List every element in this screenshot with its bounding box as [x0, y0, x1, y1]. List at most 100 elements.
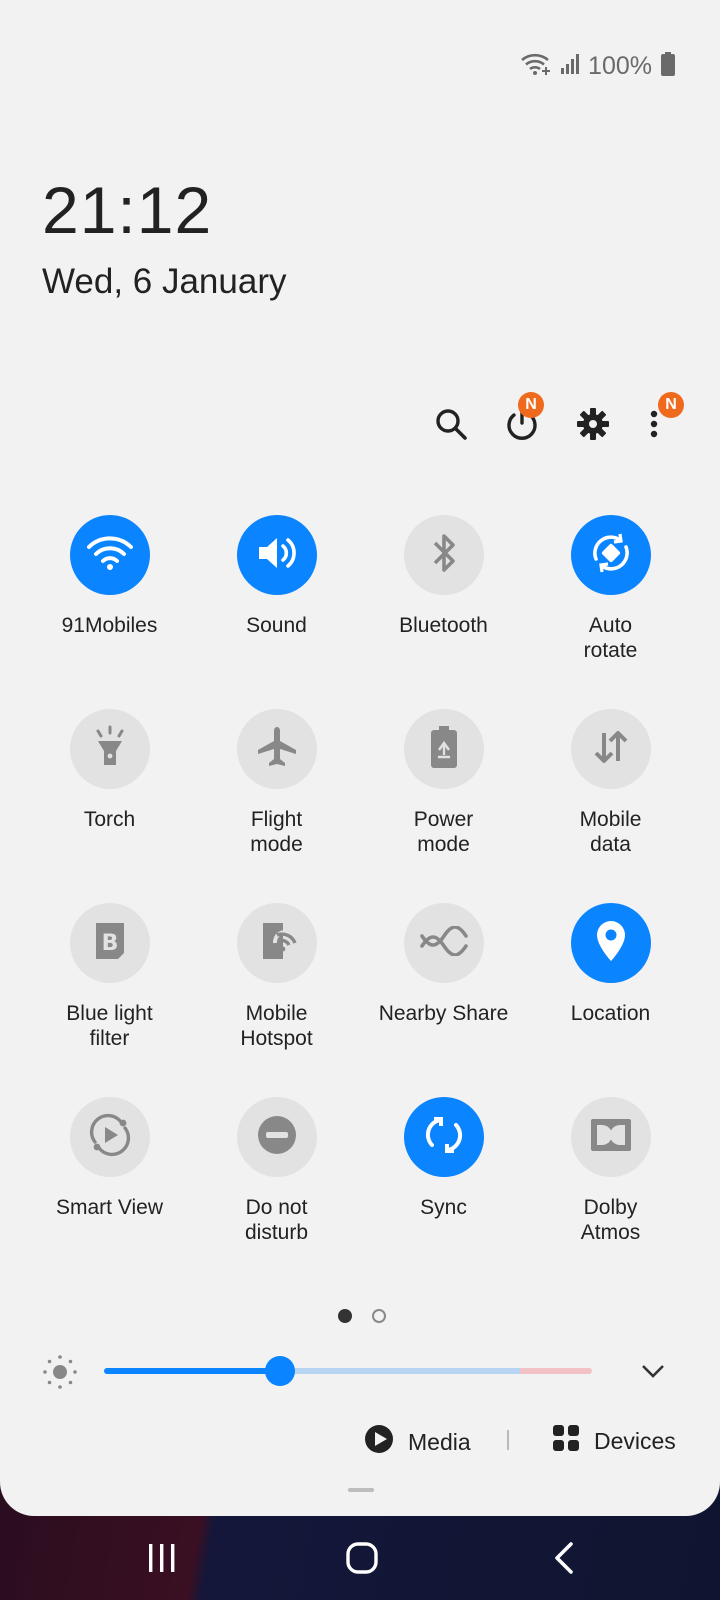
brightness-thumb[interactable]: [264, 1356, 295, 1386]
tile-sound-toggle[interactable]: [236, 515, 317, 595]
brightness-fill: [104, 1368, 280, 1374]
tile-smart-view[interactable]: Smart View: [26, 1097, 193, 1277]
tile-blue-light-toggle[interactable]: B: [69, 903, 150, 983]
tile-bluetooth[interactable]: Bluetooth: [360, 515, 527, 695]
recent-apps-icon: [147, 1542, 177, 1579]
media-button[interactable]: Media: [364, 1424, 471, 1460]
brightness-slider[interactable]: [0, 1352, 720, 1392]
airplane-icon: [254, 724, 300, 775]
tile-auto-rotate-toggle[interactable]: [570, 515, 651, 595]
dolby-icon: [589, 1117, 633, 1158]
battery-eco-icon: [428, 724, 460, 775]
brightness-track-high[interactable]: [520, 1368, 592, 1374]
search-icon: [433, 406, 469, 447]
tile-label: Torch: [83, 808, 136, 831]
gear-icon: [575, 406, 611, 447]
tile-auto-rotate[interactable]: Auto rotate: [527, 515, 694, 695]
devices-label: Devices: [594, 1427, 676, 1454]
tile-label: Bluetooth: [399, 614, 488, 637]
tile-wifi[interactable]: 91Mobiles: [26, 515, 193, 695]
battery-icon: [660, 51, 676, 82]
chevron-down-icon[interactable]: [640, 1358, 666, 1389]
back-button[interactable]: [524, 1520, 604, 1600]
tile-sound[interactable]: Sound: [193, 515, 360, 695]
panel-actions: N N: [0, 392, 720, 460]
tile-location-toggle[interactable]: [570, 903, 651, 983]
tile-mobile-data[interactable]: Mobile data: [527, 709, 694, 889]
search-button[interactable]: [425, 400, 477, 452]
devices-button[interactable]: Devices: [552, 1424, 676, 1458]
tile-sync-toggle[interactable]: [403, 1097, 484, 1177]
blue-light-icon: B: [92, 919, 128, 968]
tile-label: Sound: [246, 614, 307, 637]
tile-torch-toggle[interactable]: [69, 709, 150, 789]
tile-blue-light[interactable]: B Blue light filter: [26, 903, 193, 1083]
tile-label: Nearby Share: [378, 1002, 509, 1025]
tile-label: Dolby Atmos: [580, 1196, 641, 1244]
tile-dolby-atmos-toggle[interactable]: [570, 1097, 651, 1177]
speaker-icon: [255, 533, 299, 578]
page-dot-active[interactable]: [338, 1309, 352, 1323]
tile-bluetooth-toggle[interactable]: [403, 515, 484, 595]
tile-flight-mode[interactable]: Flight mode: [193, 709, 360, 889]
tile-location[interactable]: Location: [527, 903, 694, 1083]
location-pin-icon: [593, 918, 629, 969]
settings-button[interactable]: [567, 400, 619, 452]
wifi-plus-icon: [520, 51, 552, 82]
tile-wifi-toggle[interactable]: [69, 515, 150, 595]
media-label: Media: [408, 1428, 471, 1455]
torch-icon: [90, 723, 130, 776]
smart-view-icon: [87, 1112, 133, 1163]
brightness-track[interactable]: [279, 1368, 520, 1374]
tile-sync[interactable]: Sync: [360, 1097, 527, 1277]
navigation-bar: [0, 1520, 720, 1600]
sun-icon: [42, 1354, 78, 1395]
panel-handle[interactable]: [348, 1488, 374, 1492]
sync-icon: [420, 1111, 468, 1164]
tile-label: Mobile data: [579, 808, 642, 856]
status-bar: 100%: [520, 50, 676, 82]
power-badge: N: [518, 392, 544, 418]
tile-power-mode[interactable]: Power mode: [360, 709, 527, 889]
separator: [507, 1430, 509, 1450]
hotspot-icon: [255, 919, 299, 968]
nearby-share-icon: [419, 924, 469, 961]
media-devices-row: Media Devices: [0, 1420, 720, 1464]
tile-label: Location: [570, 1002, 651, 1025]
tile-label: Blue light filter: [66, 1002, 153, 1050]
tile-torch[interactable]: Torch: [26, 709, 193, 889]
devices-grid-icon: [552, 1424, 580, 1458]
battery-percent: 100%: [588, 51, 652, 80]
clock-date: Wed, 6 January: [42, 262, 287, 301]
do-not-disturb-icon: [255, 1113, 299, 1162]
tile-do-not-disturb[interactable]: Do not disturb: [193, 1097, 360, 1277]
tile-smart-view-toggle[interactable]: [69, 1097, 150, 1177]
tile-hotspot[interactable]: Mobile Hotspot: [193, 903, 360, 1083]
tile-nearby-share[interactable]: Nearby Share: [360, 903, 527, 1083]
page-dot[interactable]: [372, 1309, 386, 1323]
tile-label: Do not disturb: [244, 1196, 309, 1244]
page-indicator: [338, 1309, 386, 1323]
tile-dolby-atmos[interactable]: Dolby Atmos: [527, 1097, 694, 1277]
tile-label: Auto rotate: [583, 614, 638, 662]
more-options-button[interactable]: N: [628, 392, 684, 452]
tile-label: Smart View: [56, 1196, 163, 1219]
home-button[interactable]: [322, 1520, 402, 1600]
tile-label: Sync: [420, 1196, 467, 1219]
data-arrows-icon: [589, 725, 633, 774]
recent-apps-button[interactable]: [122, 1520, 202, 1600]
clock-time: 21:12: [42, 173, 213, 247]
rotate-icon: [587, 529, 635, 582]
power-button[interactable]: N: [496, 392, 548, 452]
home-icon: [345, 1541, 379, 1580]
signal-icon: [560, 52, 580, 81]
tile-label: Flight mode: [250, 808, 303, 856]
tile-label: 91Mobiles: [61, 614, 158, 637]
quick-panel: 100% 21:12 Wed, 6 January N N 91Mobiles …: [0, 0, 720, 1516]
tile-do-not-disturb-toggle[interactable]: [236, 1097, 317, 1177]
tile-hotspot-toggle[interactable]: [236, 903, 317, 983]
tile-nearby-share-toggle[interactable]: [403, 903, 484, 983]
tile-mobile-data-toggle[interactable]: [570, 709, 651, 789]
tile-flight-mode-toggle[interactable]: [236, 709, 317, 789]
tile-power-mode-toggle[interactable]: [403, 709, 484, 789]
